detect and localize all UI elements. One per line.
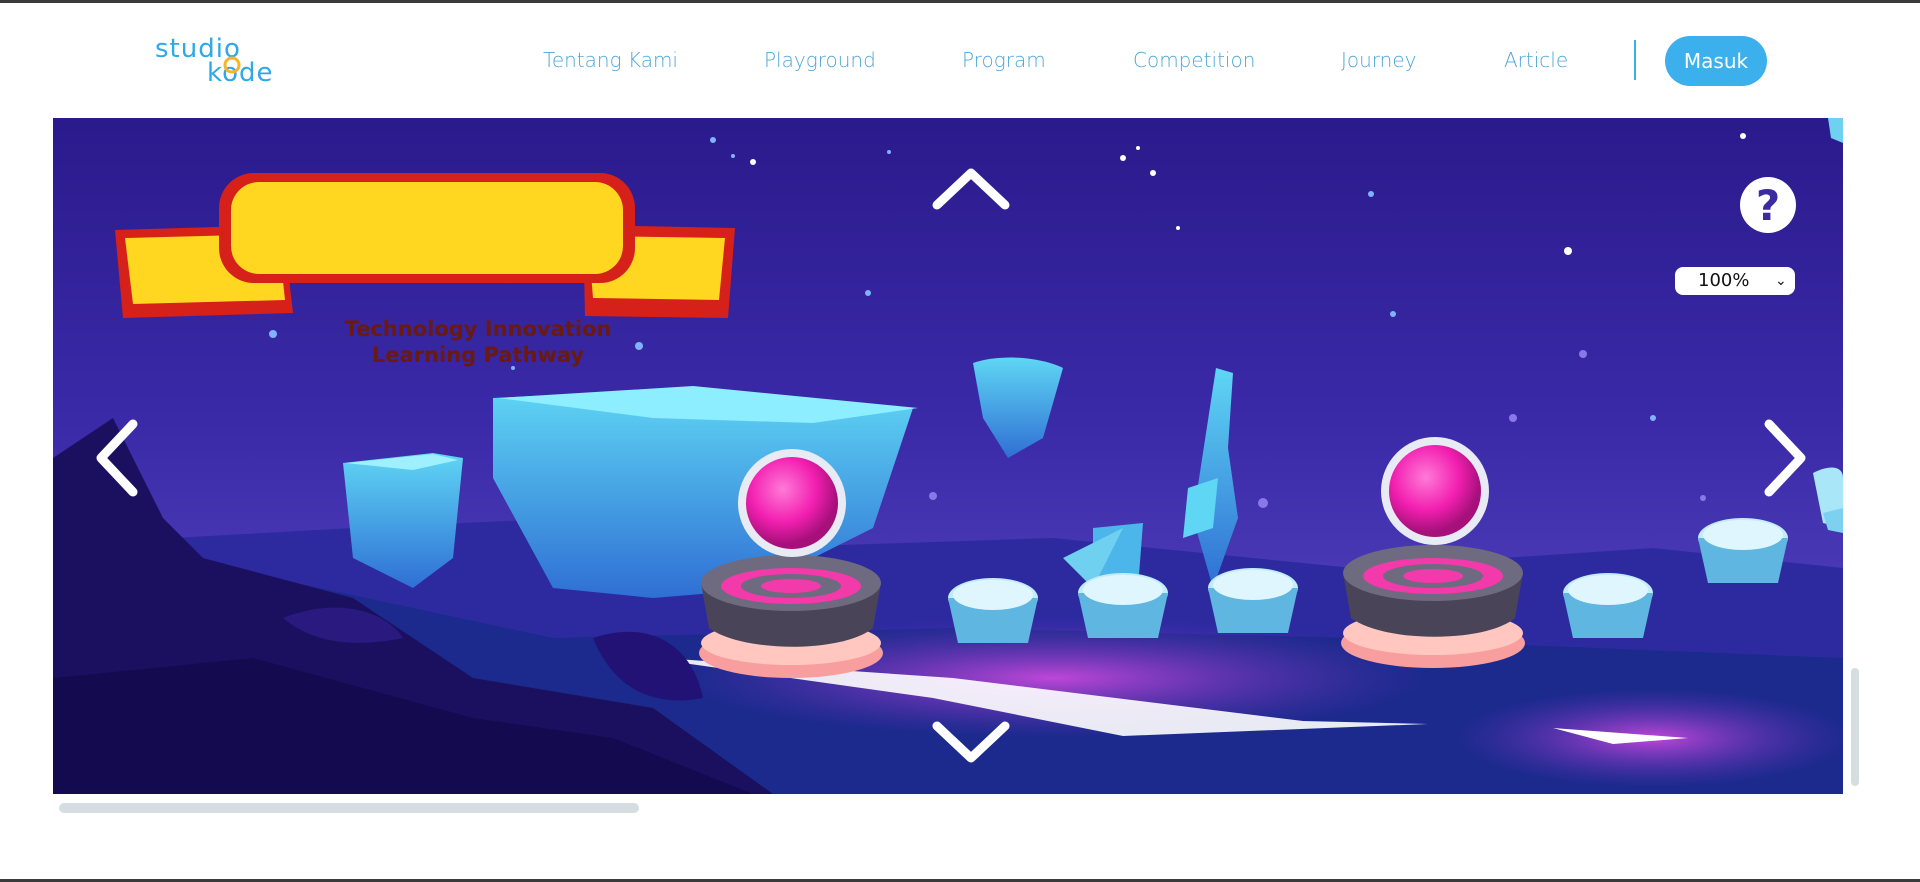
nav-divider xyxy=(1634,40,1636,80)
chevron-right-icon[interactable] xyxy=(1761,418,1811,498)
nav-article[interactable]: Article xyxy=(1504,49,1568,71)
chevron-left-icon[interactable] xyxy=(91,418,141,498)
logo-infinity-icon xyxy=(223,56,241,74)
banner-title-line-2: Learning Pathway xyxy=(371,343,585,367)
nav-competition[interactable]: Competition xyxy=(1133,49,1255,71)
banner-title-line-1: Technology Innovation xyxy=(344,317,612,341)
window-top-border xyxy=(0,0,1920,3)
chevron-down-icon[interactable] xyxy=(931,718,1011,768)
nav-journey[interactable]: Journey xyxy=(1341,49,1417,71)
zoom-value: 100% xyxy=(1698,270,1750,291)
map-scene xyxy=(53,118,1843,794)
login-button[interactable]: Masuk xyxy=(1665,36,1767,86)
chevron-up-icon[interactable] xyxy=(931,163,1011,213)
vertical-scrollbar[interactable] xyxy=(1851,668,1859,786)
chevron-down-icon: ⌄ xyxy=(1775,273,1787,289)
studio-kode-logo[interactable]: studio kode xyxy=(155,36,285,88)
zoom-select[interactable]: 100% ⌄ xyxy=(1675,267,1795,295)
nav-tentang-kami[interactable]: Tentang Kami xyxy=(543,49,678,71)
help-button[interactable]: ? xyxy=(1740,177,1796,233)
banner-title: Technology Innovation Learning Pathway xyxy=(323,316,633,368)
nav-program[interactable]: Program xyxy=(962,49,1046,71)
level-node-2 xyxy=(1341,437,1525,668)
title-banner xyxy=(115,173,735,318)
learning-pathway-map[interactable]: Technology Innovation Learning Pathway xyxy=(53,118,1843,794)
nav-playground[interactable]: Playground xyxy=(764,49,876,71)
horizontal-scrollbar[interactable] xyxy=(59,803,639,813)
